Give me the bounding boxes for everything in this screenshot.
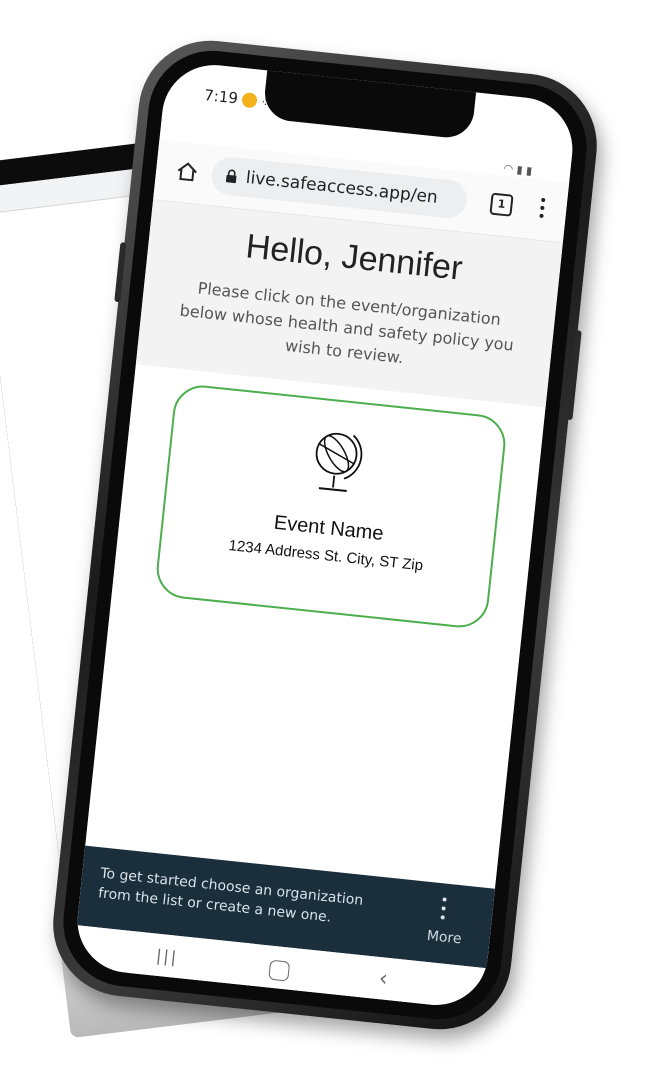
home-icon[interactable] bbox=[175, 160, 199, 184]
clock: 7:19 bbox=[203, 86, 239, 108]
more-button[interactable]: More bbox=[426, 928, 462, 948]
apps-dots-icon: ⁘ bbox=[259, 94, 271, 110]
status-time: 7:19 ⁘ bbox=[203, 86, 270, 111]
battery-icon: ▮ bbox=[525, 164, 533, 178]
lock-icon bbox=[225, 169, 237, 184]
signal-icon: ▮ bbox=[515, 163, 524, 177]
event-card[interactable]: Event Name 1234 Address St. City, ST Zip bbox=[153, 382, 509, 631]
tab-switcher-icon[interactable]: 1 bbox=[489, 192, 514, 217]
back-icon[interactable]: ‹ bbox=[378, 966, 389, 992]
url-text: live.safeaccess.app/en bbox=[244, 167, 439, 208]
nav-home-icon[interactable] bbox=[268, 959, 291, 982]
recents-icon[interactable]: ||| bbox=[155, 946, 179, 967]
notification-icon bbox=[240, 91, 258, 109]
wifi-icon: ◠ bbox=[502, 161, 514, 176]
globe-icon bbox=[315, 432, 363, 493]
phone-device: 7:19 ⁘ ◠ ▮ ▮ live.safeaccess.app/en 1 He… bbox=[46, 33, 604, 1037]
more-icon[interactable] bbox=[439, 895, 448, 921]
banner-text: To get started choose an organization fr… bbox=[97, 865, 364, 926]
overflow-menu-icon[interactable] bbox=[538, 196, 546, 220]
